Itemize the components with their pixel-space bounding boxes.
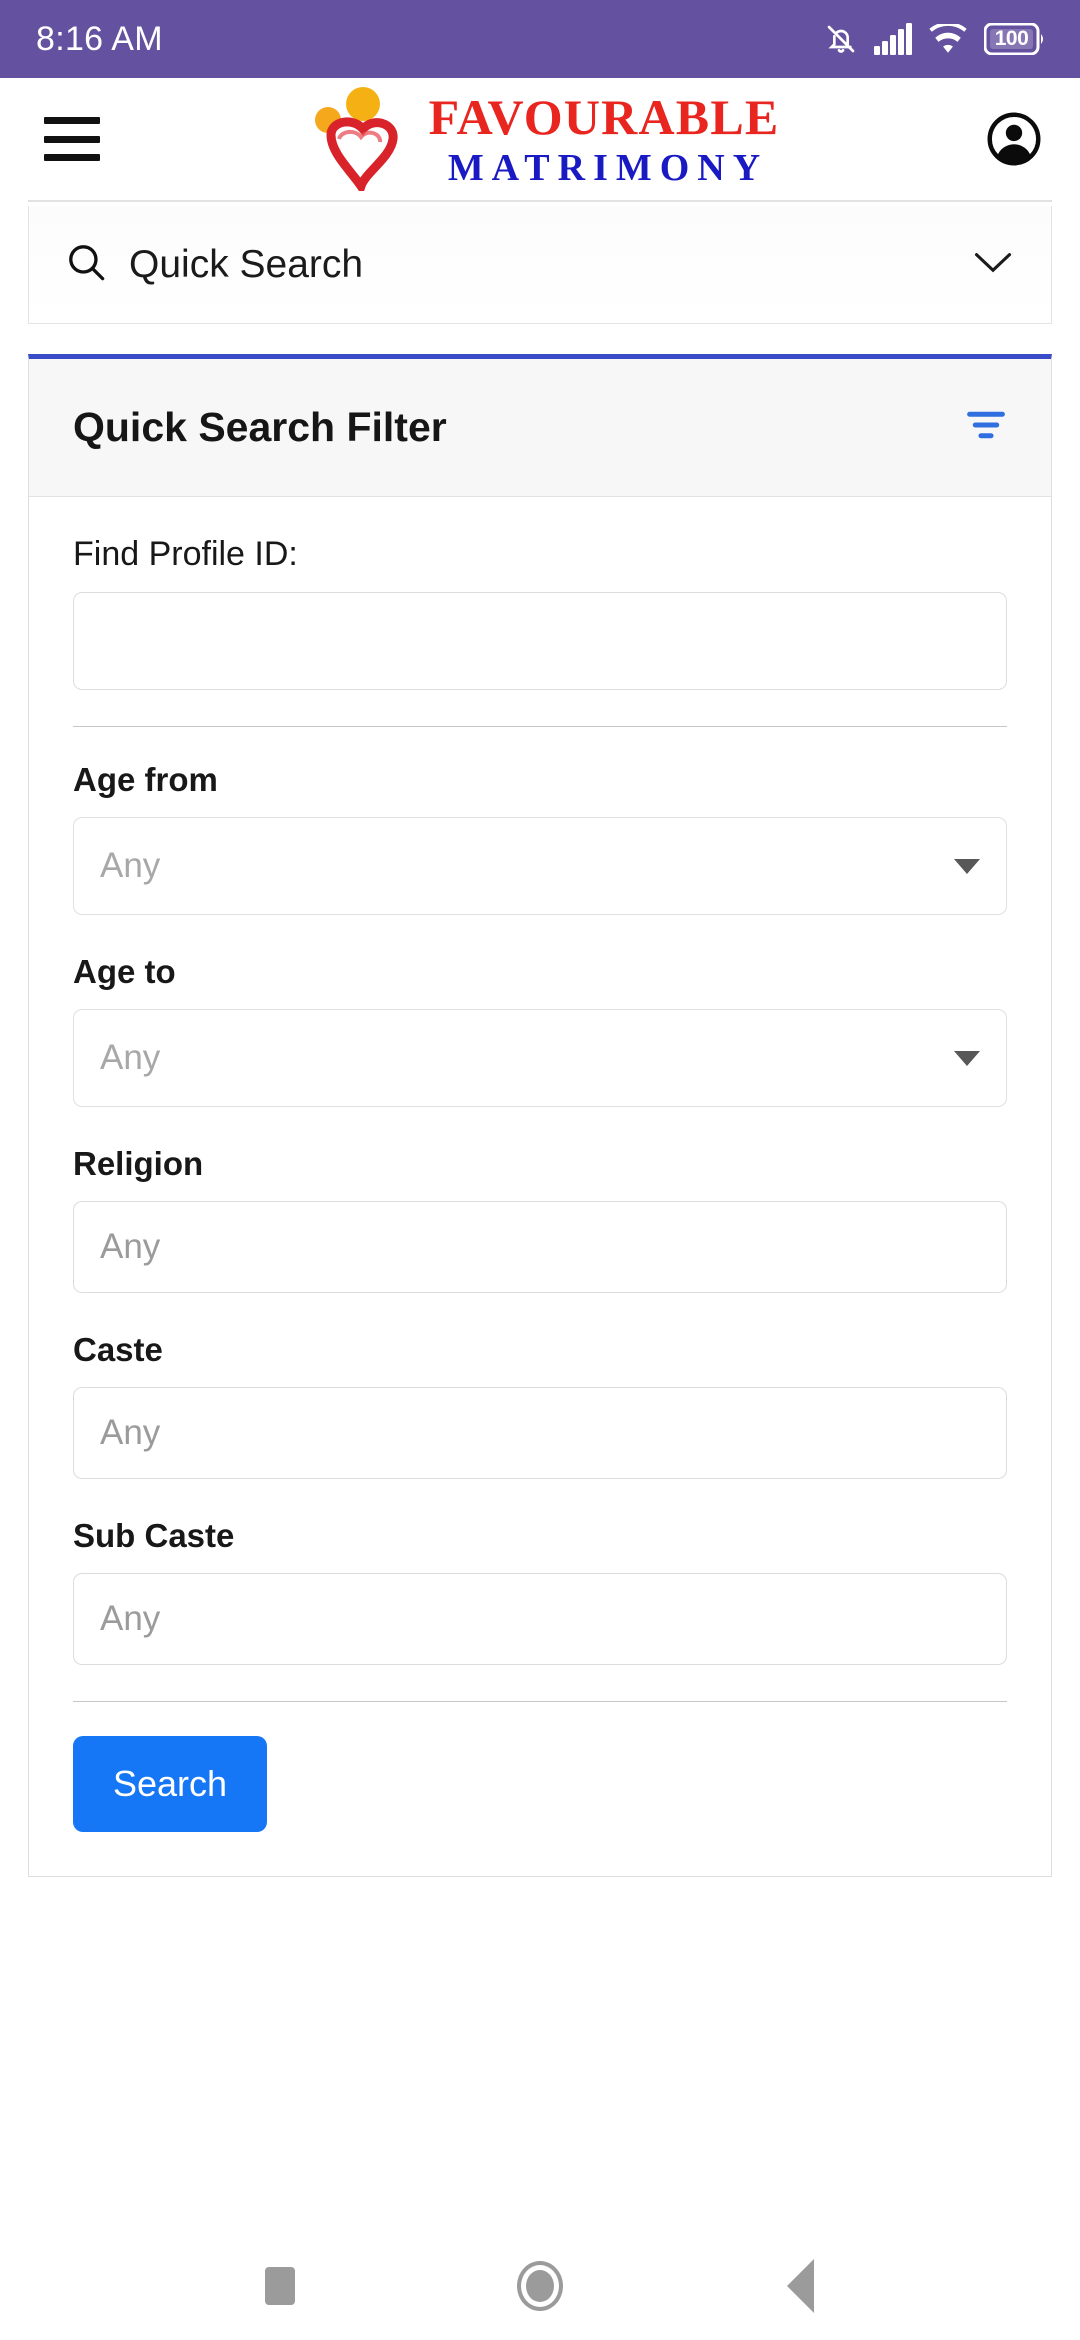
filter-card-header: Quick Search Filter <box>29 359 1051 497</box>
filter-card-title: Quick Search Filter <box>73 404 447 450</box>
religion-input-placeholder: Any <box>100 1227 161 1266</box>
section-divider <box>73 726 1007 727</box>
age-to-select[interactable]: Any <box>73 1009 1007 1107</box>
field-gap <box>73 1479 1007 1517</box>
caste-input[interactable]: Any <box>73 1387 1007 1479</box>
app-logo[interactable]: FAVOURABLE MATRIMONY <box>94 87 986 197</box>
battery-icon: 100 <box>984 23 1046 55</box>
battery-level-text: 100 <box>994 27 1029 50</box>
religion-input[interactable]: Any <box>73 1201 1007 1293</box>
page-content: Quick Search Quick Search Filter Find Pr… <box>0 200 1080 2232</box>
field-gap <box>73 915 1007 953</box>
age-from-select[interactable]: Any <box>73 817 1007 915</box>
quick-search-label-group: Quick Search <box>65 241 971 288</box>
home-circle-shape <box>517 2261 563 2311</box>
search-submit-button[interactable]: Search <box>73 1736 268 1832</box>
wifi-icon <box>929 24 967 54</box>
label-caste: Caste <box>73 1331 163 1368</box>
sub-caste-input-placeholder: Any <box>100 1599 161 1638</box>
filter-list-icon[interactable] <box>963 408 1009 447</box>
label-age-to: Age to <box>73 953 176 990</box>
profile-id-input[interactable] <box>73 592 1007 690</box>
quick-search-accordion[interactable]: Quick Search <box>28 206 1052 324</box>
field-gap <box>73 1293 1007 1331</box>
chevron-down-icon <box>954 1050 980 1066</box>
heart-couple-logo-icon <box>301 87 419 197</box>
quick-search-filter-card: Quick Search Filter Find Profile ID: Age… <box>28 354 1052 1877</box>
chevron-down-icon <box>954 858 980 874</box>
quick-search-label: Quick Search <box>129 242 364 286</box>
status-bar-icons: 100 <box>825 21 1046 57</box>
phone-screen: 8:16 AM 100 FAVOURABLE MATRIMONY Quick S… <box>0 0 1080 2340</box>
cellular-signal-icon <box>874 23 912 55</box>
section-divider <box>73 1701 1007 1702</box>
label-sub-caste: Sub Caste <box>73 1517 235 1554</box>
label-age-from: Age from <box>73 761 218 798</box>
app-logo-text: FAVOURABLE MATRIMONY <box>429 92 780 187</box>
account-circle-icon[interactable] <box>986 111 1042 167</box>
age-to-select-value: Any <box>100 1038 161 1077</box>
status-bar: 8:16 AM 100 <box>0 0 1080 78</box>
sub-caste-input[interactable]: Any <box>73 1573 1007 1665</box>
notifications-off-icon <box>825 21 857 57</box>
hamburger-menu-icon[interactable] <box>44 117 100 161</box>
hamburger-bar <box>44 117 100 124</box>
hamburger-bar <box>44 154 100 161</box>
logo-line-matrimony: MATRIMONY <box>447 146 769 189</box>
field-gap <box>73 1107 1007 1145</box>
chevron-down-icon[interactable] <box>971 247 1015 282</box>
search-icon <box>65 241 107 288</box>
caste-input-placeholder: Any <box>100 1413 161 1452</box>
logo-line-favourable: FAVOURABLE <box>428 88 780 145</box>
recents-square-shape <box>265 2267 295 2305</box>
age-from-select-value: Any <box>100 846 161 885</box>
app-header: FAVOURABLE MATRIMONY <box>0 78 1080 200</box>
android-navigation-bar <box>0 2232 1080 2340</box>
back-triangle-shape <box>786 2259 814 2313</box>
hamburger-bar <box>44 135 100 143</box>
label-religion: Religion <box>73 1145 204 1182</box>
triangle-back-icon[interactable] <box>755 2241 845 2331</box>
status-bar-clock: 8:16 AM <box>36 19 163 58</box>
label-profile-id: Find Profile ID: <box>73 535 298 573</box>
circle-home-icon[interactable] <box>495 2241 585 2331</box>
filter-card-body: Find Profile ID: Age from Any Age to Any <box>29 497 1051 1876</box>
square-recents-icon[interactable] <box>235 2241 325 2331</box>
